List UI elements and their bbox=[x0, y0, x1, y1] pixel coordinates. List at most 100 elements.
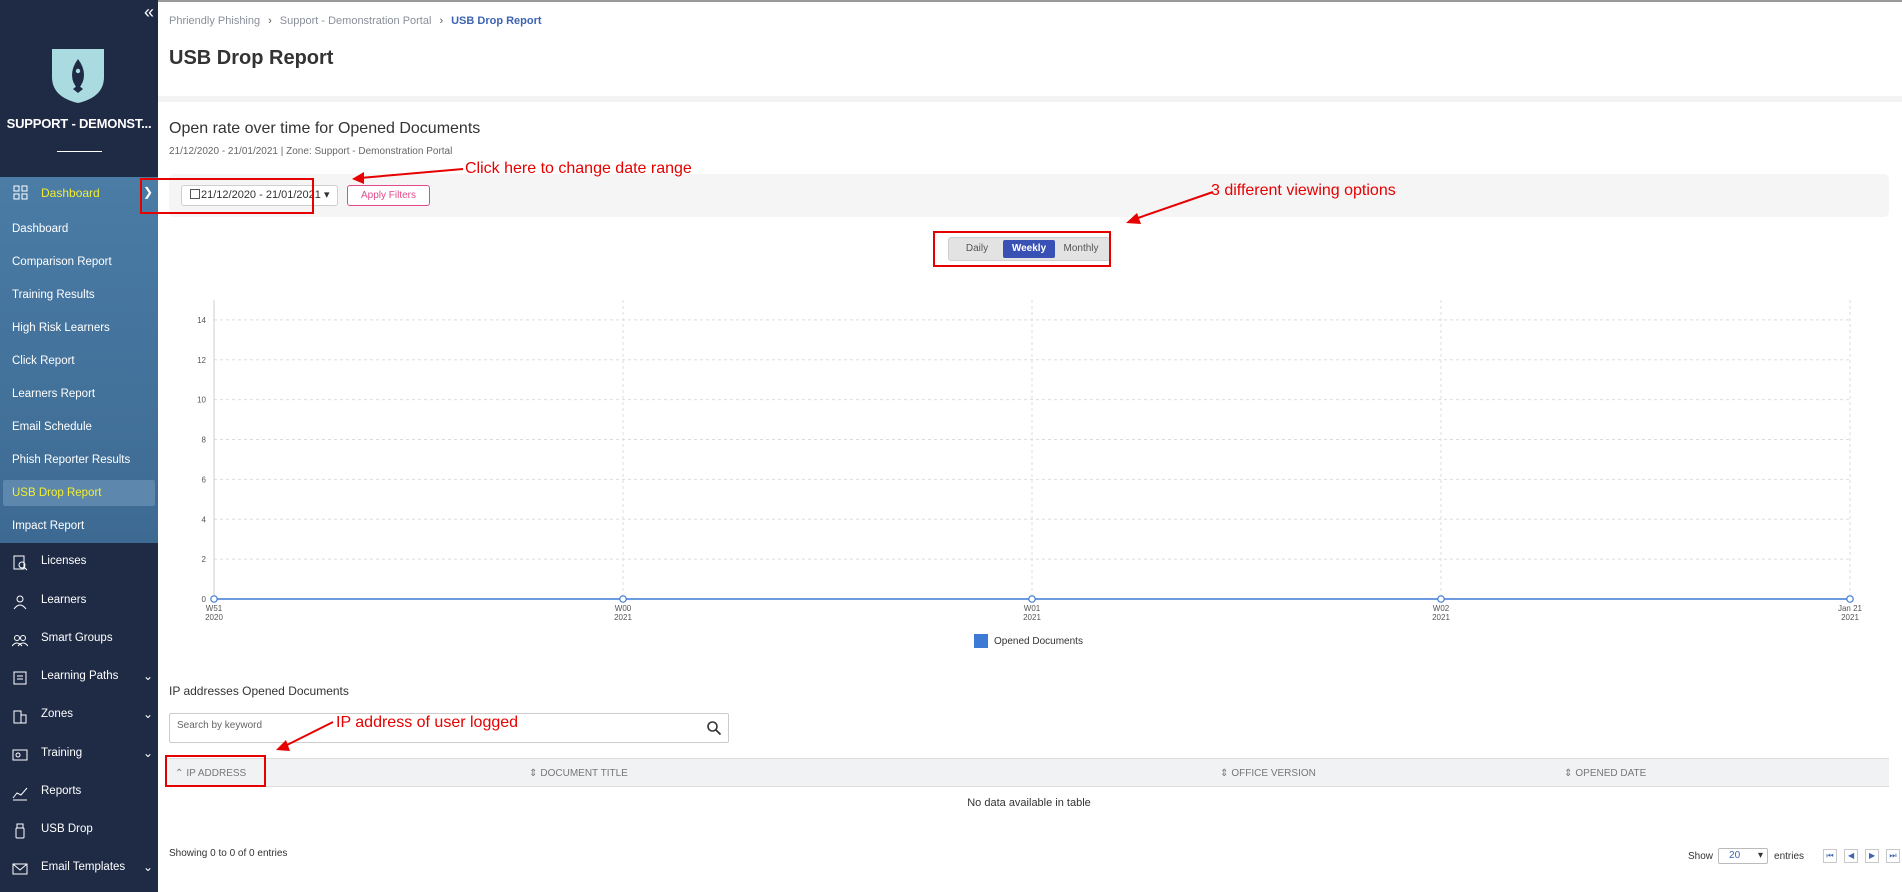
page-title: USB Drop Report bbox=[169, 47, 334, 69]
search-icon[interactable] bbox=[706, 720, 722, 736]
nav-smart-groups-label: Smart Groups bbox=[41, 632, 113, 644]
entries-label: entries bbox=[1774, 850, 1805, 862]
column-office-version[interactable]: ⇕ OFFICE VERSION bbox=[1220, 768, 1316, 779]
annotation-box-view-options bbox=[933, 231, 1111, 267]
nav-smart-groups[interactable]: Smart Groups bbox=[0, 620, 158, 658]
line-chart: 02468101214W512020W002021W012021W022021J… bbox=[197, 300, 1863, 622]
y-tick-label: 14 bbox=[197, 316, 206, 325]
sub-training-results[interactable]: Training Results bbox=[0, 282, 158, 308]
x-tick-label: 2021 bbox=[1432, 613, 1450, 622]
x-tick-label: W51 bbox=[206, 604, 223, 613]
column-document-title[interactable]: ⇕ DOCUMENT TITLE bbox=[529, 768, 628, 779]
sub-phish-reporter-results[interactable]: Phish Reporter Results bbox=[0, 447, 158, 473]
nav-training[interactable]: Training ⌄ bbox=[0, 735, 158, 773]
legend-swatch bbox=[974, 634, 988, 648]
nav-usb-drop-label: USB Drop bbox=[41, 823, 93, 835]
data-point bbox=[210, 595, 218, 603]
pagination: ⏮ ◀ ▶ ⏭ bbox=[1816, 849, 1901, 863]
y-tick-label: 2 bbox=[202, 555, 207, 564]
page-size-select[interactable]: 20 bbox=[1718, 848, 1769, 864]
x-tick-label: W00 bbox=[615, 604, 632, 613]
breadcrumb-portal[interactable]: Support - Demonstration Portal bbox=[280, 15, 432, 27]
table-header: ⌃ IP ADDRESS ⇕ DOCUMENT TITLE ⇕ OFFICE VERS… bbox=[169, 758, 1889, 787]
nav-training-label: Training bbox=[41, 747, 83, 759]
reports-icon bbox=[12, 787, 28, 801]
sub-learners-report[interactable]: Learners Report bbox=[0, 381, 158, 407]
x-tick-label: Jan 21 bbox=[1838, 604, 1863, 613]
empty-table-message: No data available in table bbox=[967, 797, 1091, 809]
showing-entries: Showing 0 to 0 of 0 entries bbox=[169, 848, 288, 859]
sub-email-schedule[interactable]: Email Schedule bbox=[0, 414, 158, 440]
sort-icon: ⇕ bbox=[1220, 768, 1229, 779]
x-tick-label: W01 bbox=[1024, 604, 1041, 613]
sub-dashboard[interactable]: Dashboard bbox=[0, 216, 158, 242]
annotation-ip-address: IP address of user logged bbox=[336, 714, 519, 731]
nav-learning-paths-label: Learning Paths bbox=[41, 670, 119, 682]
x-tick-label: 2021 bbox=[1023, 613, 1041, 622]
nav-learners-label: Learners bbox=[41, 594, 87, 606]
show-label: Show bbox=[1688, 850, 1714, 862]
previous-page-icon[interactable]: ◀ bbox=[1844, 849, 1859, 863]
data-point bbox=[1437, 595, 1445, 603]
sub-impact-report[interactable]: Impact Report bbox=[0, 513, 158, 539]
chart-legend[interactable]: Opened Documents bbox=[974, 634, 1083, 648]
collapse-sidebar-icon[interactable]: « bbox=[144, 2, 154, 23]
learning-path-icon bbox=[13, 671, 27, 685]
sub-comparison-report[interactable]: Comparison Report bbox=[0, 249, 158, 275]
y-tick-label: 0 bbox=[202, 595, 207, 604]
column-label: OPENED DATE bbox=[1575, 768, 1647, 779]
next-page-icon[interactable]: ▶ bbox=[1865, 849, 1880, 863]
nav-zones[interactable]: Zones ⌄ bbox=[0, 696, 158, 734]
column-opened-date[interactable]: ⇕ OPENED DATE bbox=[1564, 768, 1646, 779]
data-point bbox=[1028, 595, 1036, 603]
y-tick-label: 8 bbox=[202, 436, 207, 445]
sort-icon: ⇕ bbox=[1564, 768, 1573, 779]
main-content: Phriendly Phishing › Support - Demonstrati… bbox=[140, 0, 1902, 892]
y-tick-label: 6 bbox=[202, 475, 207, 484]
column-label: DOCUMENT TITLE bbox=[540, 768, 628, 779]
nav-email-templates-label: Email Templates bbox=[41, 861, 126, 873]
sub-high-risk-learners[interactable]: High Risk Learners bbox=[0, 315, 158, 341]
y-tick-label: 10 bbox=[197, 396, 206, 405]
x-tick-label: 2021 bbox=[1841, 613, 1859, 622]
divider bbox=[158, 96, 1902, 102]
sub-click-report[interactable]: Click Report bbox=[0, 348, 158, 374]
page-size-control: Show 20 entries ⏮ ◀ ▶ ⏭ bbox=[1688, 848, 1901, 864]
nav-email-templates[interactable]: Email Templates ⌄ bbox=[0, 849, 158, 887]
nav-learning-paths[interactable]: Learning Paths ⌄ bbox=[0, 658, 158, 696]
sub-usb-drop-report[interactable]: USB Drop Report bbox=[3, 480, 155, 506]
chevron-right-icon: › bbox=[268, 15, 272, 27]
annotation-arrow bbox=[1126, 191, 1214, 224]
nav-learners[interactable]: Learners bbox=[0, 582, 158, 620]
nav-licenses[interactable]: Licenses bbox=[0, 543, 158, 581]
x-tick-label: W02 bbox=[1433, 604, 1450, 613]
breadcrumb: Phriendly Phishing › Support - Demonstrati… bbox=[169, 15, 542, 27]
envelope-icon bbox=[12, 863, 28, 875]
column-label: OFFICE VERSION bbox=[1231, 768, 1316, 779]
caret-down-icon: ▾ bbox=[320, 189, 330, 201]
sort-icon: ⇕ bbox=[529, 768, 538, 779]
chevron-right-icon: › bbox=[439, 15, 444, 27]
section-subtitle: 21/12/2020 - 21/01/2021 | Zone: Support … bbox=[169, 146, 453, 157]
breadcrumb-home[interactable]: Phriendly Phishing bbox=[169, 15, 260, 27]
nav-usb-drop[interactable]: USB Drop bbox=[0, 811, 158, 849]
sidebar: « SUPPORT - DEMONST... Dashboard ❯ Dashb… bbox=[0, 0, 158, 892]
legend-label: Opened Documents bbox=[994, 635, 1083, 647]
annotation-arrow bbox=[352, 168, 464, 184]
nav-dashboard-label: Dashboard bbox=[41, 186, 100, 200]
section-title: Open rate over time for Opened Documents bbox=[169, 120, 481, 137]
nav-dashboard[interactable]: Dashboard ❯ bbox=[0, 180, 158, 206]
nav-licenses-label: Licenses bbox=[41, 555, 87, 567]
shield-logo-icon bbox=[52, 49, 104, 103]
first-page-icon[interactable]: ⏮ bbox=[1823, 849, 1838, 863]
nav-reports[interactable]: Reports bbox=[0, 773, 158, 811]
y-tick-label: 4 bbox=[202, 515, 207, 524]
chevron-down-icon: ⌄ bbox=[142, 669, 153, 683]
org-name: SUPPORT - DEMONST... bbox=[6, 116, 152, 131]
annotation-view-options: 3 different viewing options bbox=[1211, 182, 1396, 199]
last-page-icon[interactable]: ⏭ bbox=[1886, 849, 1901, 863]
building-icon bbox=[13, 710, 27, 724]
data-point bbox=[1846, 595, 1854, 603]
x-tick-label: 2020 bbox=[205, 613, 223, 622]
chevron-down-icon: ⌄ bbox=[142, 707, 153, 721]
